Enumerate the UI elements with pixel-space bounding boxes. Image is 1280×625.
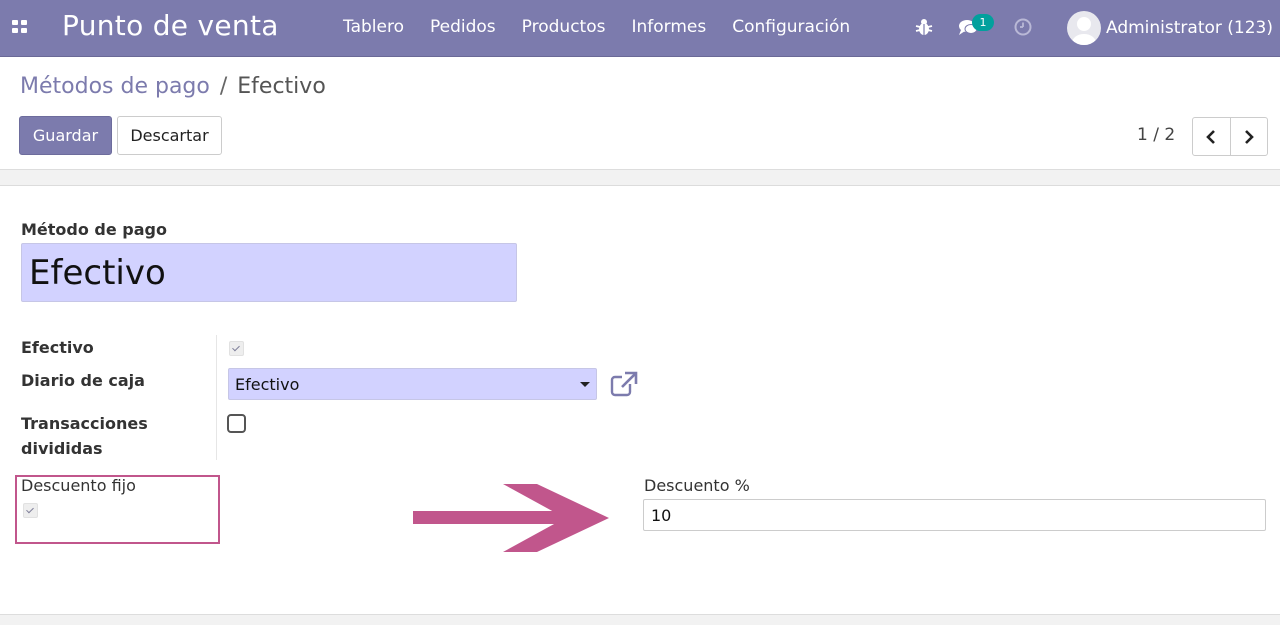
split-transactions-checkbox[interactable] bbox=[227, 414, 246, 433]
chevron-right-icon bbox=[1244, 129, 1254, 144]
user-menu[interactable]: Administrator (123) bbox=[1067, 11, 1273, 45]
main-menu: Tablero Pedidos Productos Informes Confi… bbox=[343, 17, 850, 37]
discount-percent-label: Descuento % bbox=[644, 476, 750, 495]
payment-method-label: Método de pago bbox=[21, 220, 167, 239]
activity-clock-icon[interactable] bbox=[1014, 18, 1032, 36]
caret-down-icon bbox=[580, 382, 590, 387]
cash-journal-label: Diario de caja bbox=[21, 371, 145, 390]
annotation-arrow-icon bbox=[413, 484, 609, 552]
menu-item-configuracion[interactable]: Configuración bbox=[732, 17, 850, 37]
app-title[interactable]: Punto de venta bbox=[62, 9, 279, 42]
chat-badge: 1 bbox=[972, 14, 994, 31]
pager-buttons bbox=[1192, 117, 1268, 156]
menu-item-tablero[interactable]: Tablero bbox=[343, 17, 404, 37]
cash-journal-select[interactable]: Efectivo bbox=[228, 368, 597, 400]
save-button[interactable]: Guardar bbox=[19, 116, 112, 155]
cash-journal-value: Efectivo bbox=[235, 375, 300, 394]
breadcrumb-parent-link[interactable]: Métodos de pago bbox=[20, 74, 210, 99]
breadcrumb-current: Efectivo bbox=[237, 74, 326, 99]
menu-item-productos[interactable]: Productos bbox=[522, 17, 606, 37]
sheet-bottom-background bbox=[0, 614, 1280, 625]
menu-item-informes[interactable]: Informes bbox=[631, 17, 706, 37]
top-navbar: Punto de venta Tablero Pedidos Productos… bbox=[0, 0, 1280, 57]
breadcrumb-separator: / bbox=[219, 74, 228, 99]
sheet-background bbox=[0, 169, 1280, 186]
payment-method-name-input[interactable]: Efectivo bbox=[21, 243, 517, 302]
discard-button[interactable]: Descartar bbox=[117, 116, 222, 155]
user-name: Administrator (123) bbox=[1106, 18, 1274, 38]
split-transactions-label: Transacciones divididas bbox=[21, 414, 148, 458]
debug-bug-icon[interactable] bbox=[915, 17, 933, 37]
avatar bbox=[1067, 11, 1101, 45]
pager-value: 1 / 2 bbox=[1137, 125, 1176, 145]
fixed-discount-checkbox[interactable] bbox=[23, 503, 38, 518]
fixed-discount-label: Descuento fijo bbox=[21, 476, 136, 495]
efectivo-checkbox bbox=[229, 341, 244, 356]
discount-percent-input[interactable]: 10 bbox=[643, 499, 1266, 531]
external-link-icon[interactable] bbox=[610, 371, 638, 397]
chevron-left-icon bbox=[1206, 129, 1216, 144]
breadcrumb: Métodos de pago / Efectivo bbox=[20, 74, 326, 99]
group-divider bbox=[216, 335, 217, 460]
menu-item-pedidos[interactable]: Pedidos bbox=[430, 17, 496, 37]
efectivo-label: Efectivo bbox=[21, 338, 94, 357]
apps-menu-icon[interactable] bbox=[12, 20, 28, 34]
pager-next-button[interactable] bbox=[1229, 118, 1268, 155]
pager-previous-button[interactable] bbox=[1193, 118, 1230, 155]
